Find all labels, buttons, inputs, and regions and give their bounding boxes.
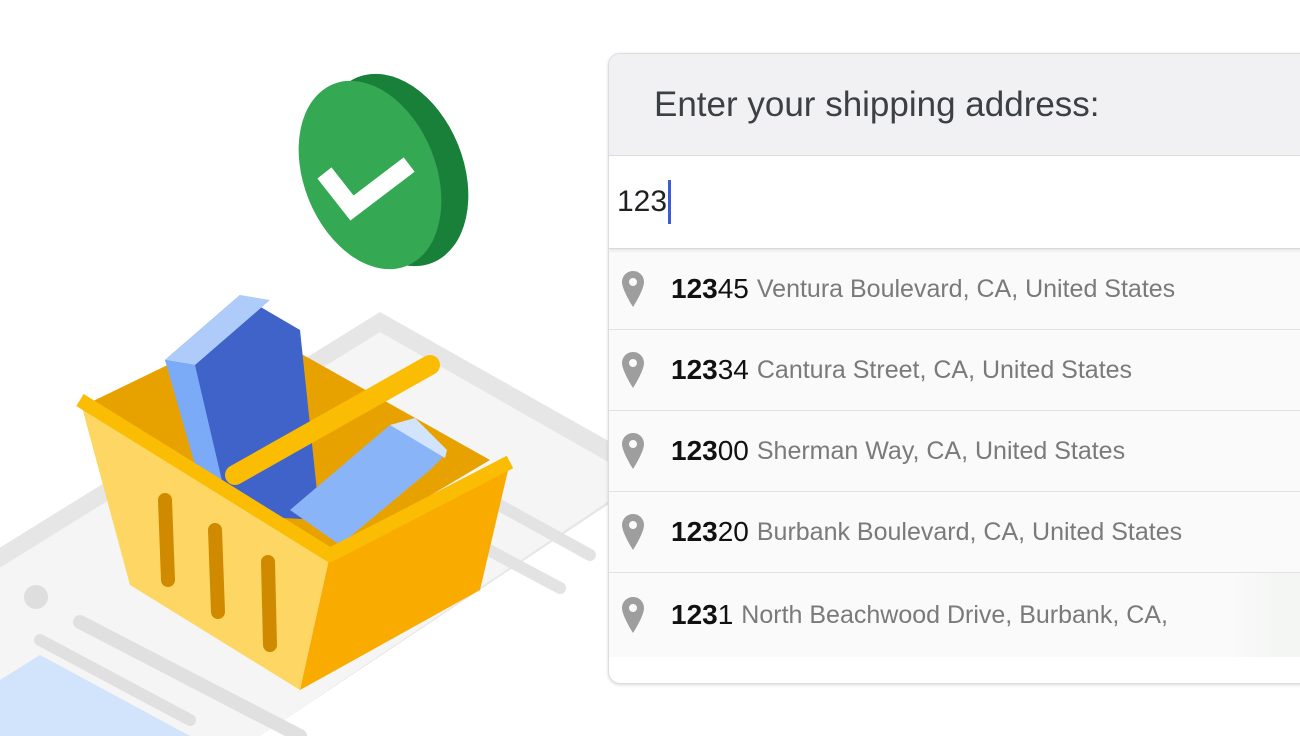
address-suggestions: 12345 Ventura Boulevard, CA, United Stat…: [609, 249, 1300, 657]
suggestion-number: 12320: [671, 516, 749, 548]
remaining-digits: 20: [717, 516, 749, 547]
suggestion-number: 12345: [671, 273, 749, 305]
map-pin-icon: [622, 597, 644, 633]
form-title: Enter your shipping address:: [654, 84, 1100, 124]
map-pin-icon: [622, 352, 644, 388]
suggestion-item[interactable]: 12345 Ventura Boulevard, CA, United Stat…: [609, 249, 1300, 330]
remaining-digits: 1: [717, 599, 734, 630]
suggestion-street: Sherman Way, CA, United States: [756, 436, 1126, 465]
suggestion-street: Cantura Street, CA, United States: [756, 355, 1133, 384]
matched-digits: 123: [671, 273, 718, 304]
matched-digits: 123: [671, 516, 718, 547]
suggestion-item[interactable]: 12300 Sherman Way, CA, United States: [609, 411, 1300, 492]
suggestion-street: Burbank Boulevard, CA, United States: [756, 517, 1183, 546]
address-input[interactable]: 123: [609, 156, 1300, 249]
suggestion-item[interactable]: 12320 Burbank Boulevard, CA, United Stat…: [609, 492, 1300, 573]
map-pin-icon: [622, 433, 644, 469]
shopping-illustration: [0, 73, 640, 736]
checkmark-badge: [298, 73, 469, 270]
remaining-digits: 00: [717, 435, 749, 466]
overflow-fade: [1229, 573, 1300, 657]
map-pin-icon: [622, 514, 644, 550]
matched-digits: 123: [671, 354, 718, 385]
suggestion-number: 12334: [671, 354, 749, 386]
remaining-digits: 34: [717, 354, 749, 385]
matched-digits: 123: [671, 435, 718, 466]
suggestion-number: 1231: [671, 599, 733, 631]
remaining-digits: 45: [717, 273, 749, 304]
suggestion-item[interactable]: 1231 North Beachwood Drive, Burbank, CA,: [609, 573, 1300, 657]
suggestion-number: 12300: [671, 435, 749, 467]
suggestion-street: Ventura Boulevard, CA, United States: [756, 274, 1176, 303]
suggestion-item[interactable]: 12334 Cantura Street, CA, United States: [609, 330, 1300, 411]
suggestion-street: North Beachwood Drive, Burbank, CA,: [741, 600, 1168, 629]
map-pin-icon: [622, 271, 644, 307]
matched-digits: 123: [671, 599, 718, 630]
text-caret: [668, 180, 672, 224]
address-input-value: 123: [617, 185, 668, 218]
shipping-address-form: Enter your shipping address: 123 12345 V…: [608, 53, 1300, 684]
form-header: Enter your shipping address:: [609, 54, 1300, 156]
